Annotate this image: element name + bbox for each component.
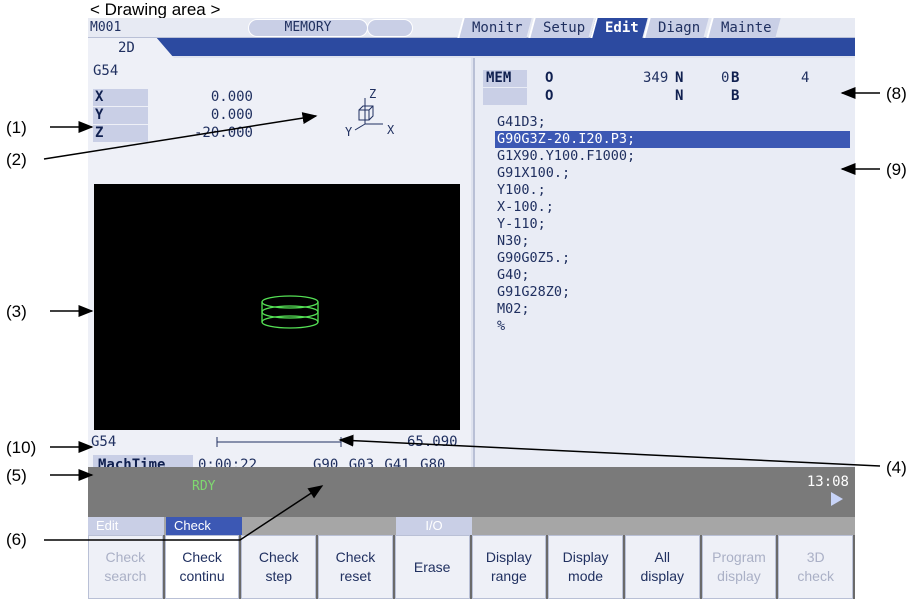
play-icon	[831, 492, 843, 506]
b-value: 4	[801, 70, 810, 86]
coord-system: G54	[93, 63, 119, 79]
program-line[interactable]: G90G0Z5.;	[495, 250, 855, 267]
o-label-2: O	[545, 88, 554, 104]
softkey-display-mode[interactable]: Display mode	[548, 535, 623, 599]
axis-row-y: Y 0.000	[93, 107, 253, 124]
tab-monitr[interactable]: Monitr	[457, 18, 532, 38]
mem-label: MEM	[483, 70, 527, 87]
mem-label-blank	[483, 88, 527, 105]
clock: 13:08	[806, 474, 849, 490]
program-line[interactable]: Y100.;	[495, 182, 855, 199]
annotation-9: (9)	[886, 160, 907, 179]
n-label: N	[675, 70, 684, 86]
subtab-bar	[88, 38, 855, 56]
n-label-2: N	[675, 88, 684, 104]
b-label: B	[731, 70, 740, 86]
softkey-3d-check[interactable]: 3D check	[778, 535, 854, 599]
annotation-10: (10)	[6, 438, 37, 457]
program-listing[interactable]: G41D3; G90G3Z-20.I20.P3; G1X90.Y100.F1000;…	[495, 114, 855, 335]
main-tabs: Monitr Setup Edit Diagn Mainte	[457, 18, 780, 38]
softkey-display-range[interactable]: Display range	[471, 535, 547, 599]
bottom-coord-system: G54	[91, 434, 117, 450]
triad-z: Z	[369, 87, 376, 101]
triad-y: Y	[345, 125, 353, 136]
annotation-6: (6)	[6, 530, 27, 549]
menu-tab-io[interactable]: I/O	[396, 517, 472, 535]
program-line[interactable]: G91X100.;	[495, 165, 855, 182]
tab-setup[interactable]: Setup	[527, 18, 594, 38]
program-line[interactable]: G40;	[495, 267, 855, 284]
softkey-row: Check search Check continu Check step Check…	[88, 535, 855, 599]
softkey-check-reset[interactable]: Check reset	[318, 535, 393, 599]
axis-value: 0.000	[210, 89, 253, 105]
program-line[interactable]: %	[495, 318, 855, 335]
o-value: 349	[643, 70, 669, 86]
ready-status: RDY	[192, 479, 216, 494]
menu-tab-check[interactable]: Check	[166, 517, 242, 535]
program-line[interactable]: M02;	[495, 301, 855, 318]
axis-value: -20.000	[193, 125, 253, 141]
mode-code: M001	[90, 20, 122, 35]
softkey-program-display[interactable]: Program display	[701, 535, 777, 599]
memory-indicator: MEMORY	[248, 19, 368, 37]
drawing-canvas[interactable]	[94, 184, 460, 430]
tab-mainte[interactable]: Mainte	[705, 18, 780, 38]
annotation-3: (3)	[6, 302, 27, 321]
menu-tab-edit[interactable]: Edit	[88, 517, 164, 535]
program-line[interactable]: G1X90.Y100.F1000;	[495, 148, 855, 165]
program-line[interactable]: Y-110;	[495, 216, 855, 233]
annotation-5: (5)	[6, 466, 27, 485]
softkey-check-step[interactable]: Check step	[241, 535, 317, 599]
tab-edit[interactable]: Edit	[590, 18, 648, 38]
axis-label: X	[93, 89, 148, 106]
annotation-1: (1)	[6, 118, 27, 137]
status-area: RDY 13:08	[88, 467, 855, 517]
nc-screen: M001 MEMORY Monitr Setup Edit Diagn Main…	[88, 18, 855, 599]
triad-x: X	[387, 123, 395, 136]
axis-row-x: X 0.000	[93, 89, 253, 106]
scale-bar	[216, 437, 342, 447]
axis-triad-icon: Z Y X	[345, 87, 395, 136]
program-panel: MEM O 349 N 0 B 4 O N B G41D3; G90G3Z-20.…	[473, 58, 855, 467]
axis-value: 0.000	[210, 107, 253, 123]
program-line[interactable]: G41D3;	[495, 114, 855, 131]
scale-value: 65.090	[407, 434, 458, 450]
toolpath-helix	[261, 295, 319, 329]
n-value: 0	[721, 70, 730, 86]
program-line[interactable]: X-100.;	[495, 199, 855, 216]
axis-row-z: Z -20.000	[93, 125, 253, 142]
softkey-erase[interactable]: Erase	[394, 535, 470, 599]
program-line-current[interactable]: G90G3Z-20.I20.P3;	[495, 131, 850, 148]
softkey-check-search[interactable]: Check search	[88, 535, 163, 599]
annotation-4: (4)	[886, 458, 907, 477]
drawing-panel: G54 X 0.000 Y 0.000 Z -20.000 Z Y X G54 …	[88, 58, 471, 475]
axis-label: Y	[93, 107, 148, 124]
softkey-all-display[interactable]: All display	[624, 535, 700, 599]
status-pill	[367, 19, 413, 37]
tab-diagn[interactable]: Diagn	[643, 18, 710, 38]
program-line[interactable]: G91G28Z0;	[495, 284, 855, 301]
drawing-area-caption: < Drawing area >	[90, 0, 221, 19]
o-label: O	[545, 70, 554, 86]
menu-group-tabs: Edit Check I/O	[88, 517, 855, 535]
annotation-8: (8)	[886, 84, 907, 103]
softkey-check-continu[interactable]: Check continu	[164, 535, 240, 599]
axis-label: Z	[93, 125, 148, 142]
program-line[interactable]: N30;	[495, 233, 855, 250]
top-status-bar: M001 MEMORY Monitr Setup Edit Diagn Main…	[88, 18, 855, 38]
annotation-2: (2)	[6, 150, 27, 169]
b-label-2: B	[731, 88, 740, 104]
